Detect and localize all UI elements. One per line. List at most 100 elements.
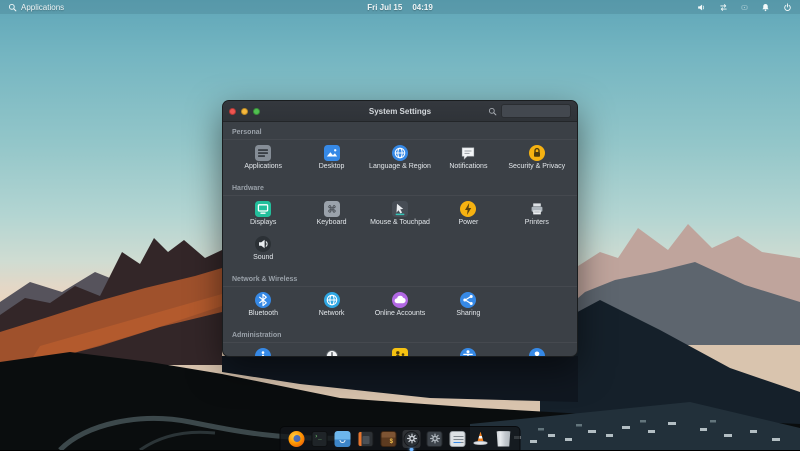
parental-icon <box>392 348 408 357</box>
displays-icon <box>255 201 271 217</box>
settings-item-label: Printers <box>525 219 549 226</box>
photos-icon <box>358 431 374 447</box>
section-header-personal: Personal <box>223 124 577 140</box>
keyboard-icon <box>324 201 340 217</box>
section-header-administration: Administration <box>223 327 577 343</box>
settings-item-label: Sharing <box>456 310 480 317</box>
settings-item-keyboard[interactable]: Keyboard <box>297 199 365 234</box>
settings-item-about[interactable]: About <box>229 346 297 357</box>
notifications-bell-icon[interactable] <box>761 3 770 12</box>
section-header-network-wireless: Network & Wireless <box>223 271 577 287</box>
power-icon <box>460 201 476 217</box>
dock-item-tweaks[interactable] <box>426 430 444 448</box>
universal-access-icon <box>460 348 476 357</box>
sharing-icon <box>460 292 476 308</box>
window-titlebar[interactable]: System Settings <box>223 101 577 122</box>
settings-item-security[interactable]: Security & Privacy <box>503 143 571 178</box>
session-power-icon[interactable] <box>783 3 792 12</box>
settings-item-bluetooth[interactable]: Bluetooth <box>229 290 297 325</box>
settings-item-sharing[interactable]: Sharing <box>434 290 502 325</box>
settings-item-mouse[interactable]: Mouse & Touchpad <box>366 199 434 234</box>
dock-item-trash[interactable] <box>495 430 513 448</box>
user-accounts-icon <box>529 348 545 357</box>
dock-item-files[interactable] <box>334 430 352 448</box>
trash-icon <box>496 431 512 447</box>
printers-icon <box>529 201 545 217</box>
window-search <box>488 104 571 118</box>
settings-item-displays[interactable]: Displays <box>229 199 297 234</box>
settings-body: Personal Applications Desktop Language & Re… <box>223 122 577 357</box>
settings-item-label: Mouse & Touchpad <box>370 219 430 226</box>
dock-item-appcenter[interactable] <box>449 430 467 448</box>
section-grid: Displays Keyboard Mouse & Touchpad Power Pri… <box>223 196 577 271</box>
dock-item-firefox[interactable] <box>288 430 306 448</box>
network-arrows-icon[interactable] <box>719 3 728 12</box>
panel-date: Fri Jul 15 <box>367 3 402 12</box>
settings-item-online-accounts[interactable]: Online Accounts <box>366 290 434 325</box>
panel-clock[interactable]: Fri Jul 15 04:19 <box>367 3 433 12</box>
close-button[interactable] <box>229 108 236 115</box>
settings-item-label: Keyboard <box>317 219 347 226</box>
panel-time: 04:19 <box>412 3 432 12</box>
sound-icon <box>255 236 271 252</box>
dock-item-photos[interactable] <box>357 430 375 448</box>
settings-item-desktop[interactable]: Desktop <box>297 143 365 178</box>
maximize-button[interactable] <box>253 108 260 115</box>
settings-item-printers[interactable]: Printers <box>503 199 571 234</box>
firefox-icon <box>289 431 305 447</box>
panel-indicators <box>697 3 792 12</box>
settings-item-user-accounts[interactable]: User Accounts <box>503 346 571 357</box>
terminal-icon <box>312 431 328 447</box>
settings-item-sound[interactable]: Sound <box>229 234 297 269</box>
settings-item-label: Desktop <box>319 163 345 170</box>
settings-item-power[interactable]: Power <box>434 199 502 234</box>
dock-item-wallet[interactable] <box>380 430 398 448</box>
section-grid: Bluetooth Network Online Accounts Sharing <box>223 287 577 327</box>
settings-item-parental[interactable]: Parental Control <box>366 346 434 357</box>
dock-item-vlc[interactable] <box>472 430 490 448</box>
window-controls <box>229 108 260 115</box>
system-settings-window: System Settings Personal Applications Desk… <box>222 100 578 357</box>
top-panel: Applications Fri Jul 15 04:19 <box>0 0 800 14</box>
settings-item-universal-access[interactable]: Universal Access <box>434 346 502 357</box>
volume-icon[interactable] <box>697 3 706 12</box>
section-header-hardware: Hardware <box>223 180 577 196</box>
notifications-icon <box>460 145 476 161</box>
about-icon <box>255 348 271 357</box>
bluetooth-icon <box>255 292 271 308</box>
mouse-icon <box>392 201 408 217</box>
network-icon <box>324 292 340 308</box>
search-icon <box>8 3 17 12</box>
appcenter-icon <box>450 431 466 447</box>
settings-item-language[interactable]: Language & Region <box>366 143 434 178</box>
applications-menu[interactable]: Applications <box>8 3 64 12</box>
section-grid: Applications Desktop Language & Region Noti… <box>223 140 577 180</box>
dock-item-terminal[interactable] <box>311 430 329 448</box>
settings-item-label: Security & Privacy <box>508 163 565 170</box>
vlc-icon <box>473 431 489 447</box>
settings-item-network[interactable]: Network <box>297 290 365 325</box>
settings-item-label: Network <box>319 310 345 317</box>
settings-item-label: Sound <box>253 254 273 261</box>
settings-item-notifications[interactable]: Notifications <box>434 143 502 178</box>
settings-item-label: Bluetooth <box>248 310 278 317</box>
wallet-icon <box>381 431 397 447</box>
settings-item-applications[interactable]: Applications <box>229 143 297 178</box>
tweaks-icon <box>427 431 443 447</box>
settings-item-label: Power <box>458 219 478 226</box>
settings-search-input[interactable] <box>501 104 571 118</box>
input-method-icon[interactable] <box>741 4 748 11</box>
settings-item-label: Language & Region <box>369 163 431 170</box>
settings-item-label: Applications <box>244 163 282 170</box>
dock <box>280 426 521 450</box>
settings-item-label: Notifications <box>449 163 487 170</box>
minimize-button[interactable] <box>241 108 248 115</box>
language-icon <box>392 145 408 161</box>
online-accounts-icon <box>392 292 408 308</box>
dock-item-settings[interactable] <box>403 430 421 448</box>
search-icon <box>488 107 497 116</box>
settings-item-datetime[interactable]: Date & Time <box>297 346 365 357</box>
applications-menu-label: Applications <box>21 3 64 12</box>
settings-item-label: Displays <box>250 219 276 226</box>
running-indicator <box>410 448 414 451</box>
